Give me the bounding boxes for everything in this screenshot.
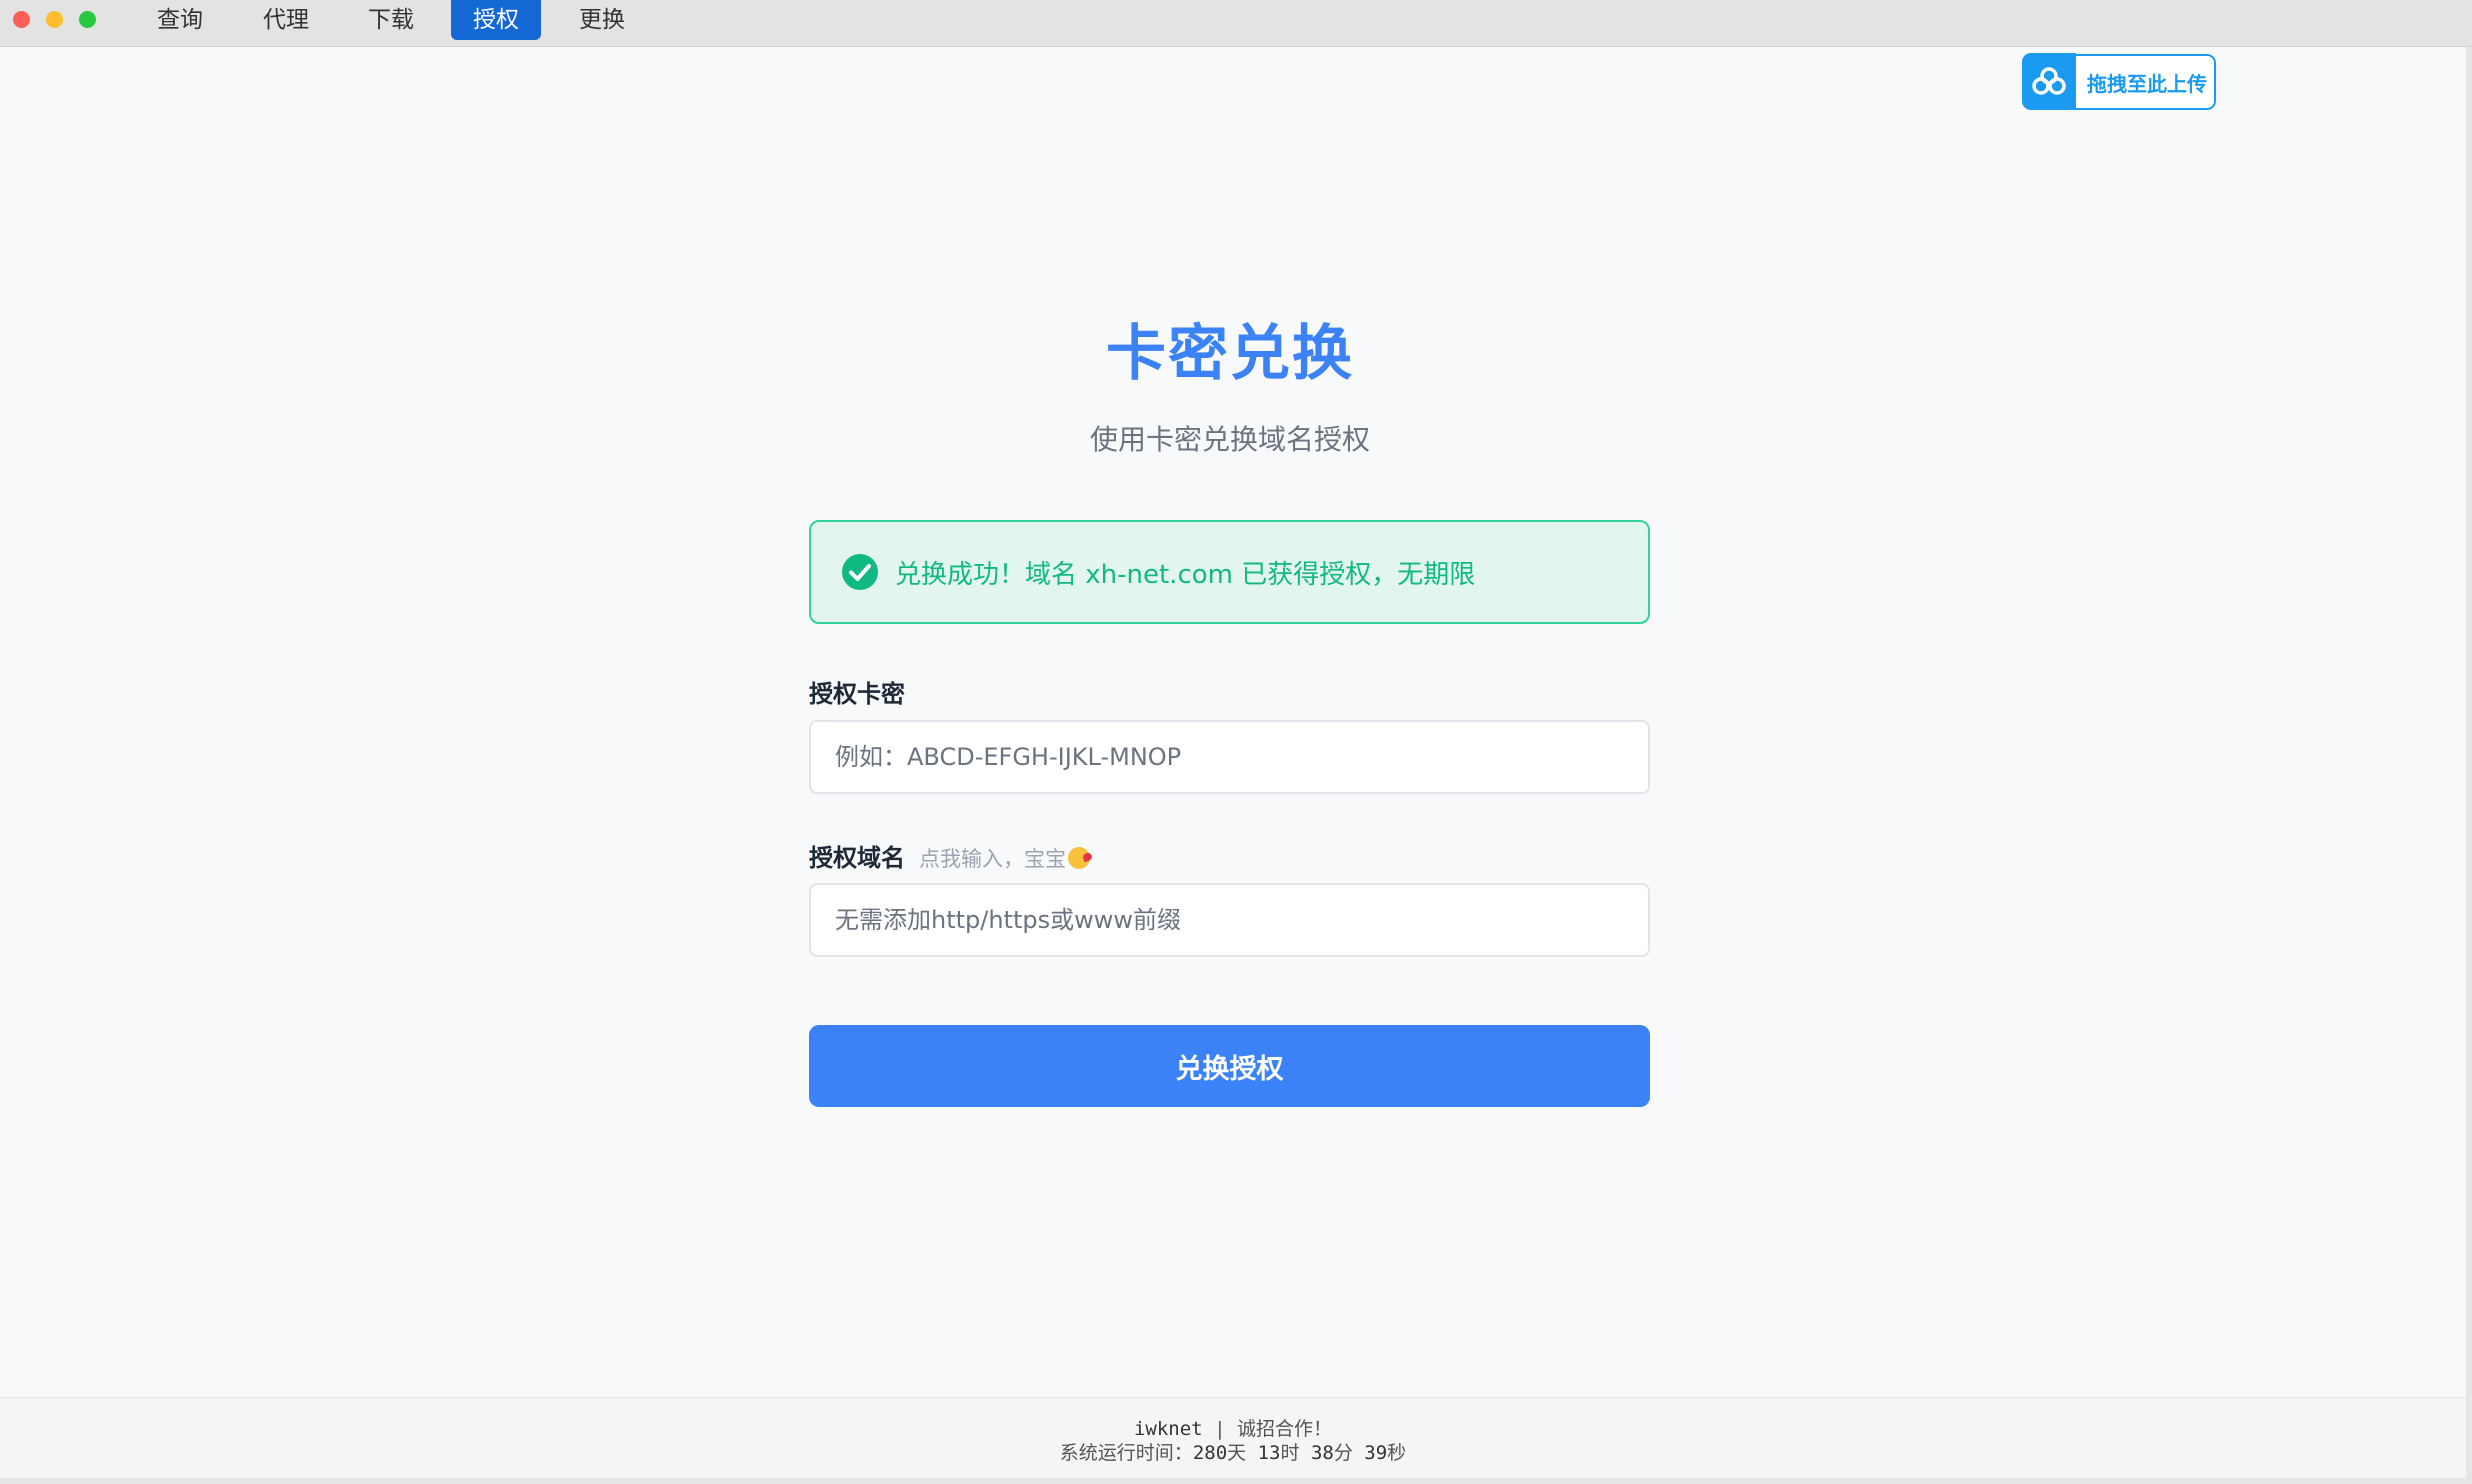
footer-brand-line: iwknet | 诚招合作！ (0, 1414, 2466, 1441)
footer-slogan: 诚招合作！ (1236, 1418, 1332, 1440)
close-window-button[interactable] (13, 11, 30, 28)
page-subtitle: 使用卡密兑换域名授权 (1089, 423, 1370, 456)
drag-upload-widget[interactable]: 拖拽至此上传 (2022, 53, 2216, 110)
footer-separator: | (1214, 1418, 1226, 1440)
uptime-hours: 13 (1257, 1442, 1281, 1464)
domain-label-row: 授权域名 点我输入，宝宝 (809, 838, 1090, 873)
card-key-input[interactable] (809, 720, 1650, 794)
tab-query[interactable]: 查询 (144, 0, 216, 40)
minimize-window-button[interactable] (46, 11, 63, 28)
redeem-button[interactable]: 兑换授权 (809, 1025, 1650, 1107)
uptime-seconds: 39 (1364, 1442, 1388, 1464)
domain-label: 授权域名 (809, 844, 905, 872)
tab-download[interactable]: 下载 (355, 0, 427, 40)
domain-input[interactable] (809, 883, 1650, 957)
uptime-prefix: 系统运行时间： (1059, 1442, 1193, 1464)
tab-replace[interactable]: 更换 (566, 0, 638, 40)
check-circle-icon (842, 554, 878, 590)
uptime-days: 280 (1192, 1442, 1228, 1464)
success-alert: 兑换成功！域名 xh-net.com 已获得授权，无期限 (809, 520, 1650, 624)
upload-label: 拖拽至此上传 (2087, 71, 2207, 96)
footer-uptime: 系统运行时间：280天 13时 38分 39秒 (1059, 1442, 1407, 1464)
card-key-label: 授权卡密 (809, 680, 905, 708)
tab-proxy[interactable]: 代理 (250, 0, 322, 40)
kiss-emoji-icon (1068, 847, 1090, 869)
footer-brand: iwknet (1133, 1418, 1203, 1440)
footer: iwknet | 诚招合作！ 系统运行时间：280天 13时 38分 39秒 (0, 1397, 2466, 1484)
tab-authorize[interactable]: 授权 (451, 0, 541, 40)
page-title: 卡密兑换 (1106, 319, 1354, 389)
domain-hint[interactable]: 点我输入，宝宝 (919, 847, 1066, 871)
cloud-upload-icon (2022, 53, 2076, 109)
window-titlebar: 查询 代理 下载 授权 更换 (0, 0, 2472, 47)
success-message: 兑换成功！域名 xh-net.com 已获得授权，无期限 (895, 559, 1476, 590)
uptime-minutes: 38 (1310, 1442, 1334, 1464)
window-bottom-edge (0, 1478, 2472, 1484)
maximize-window-button[interactable] (79, 11, 96, 28)
window-edge (2466, 47, 2472, 1484)
